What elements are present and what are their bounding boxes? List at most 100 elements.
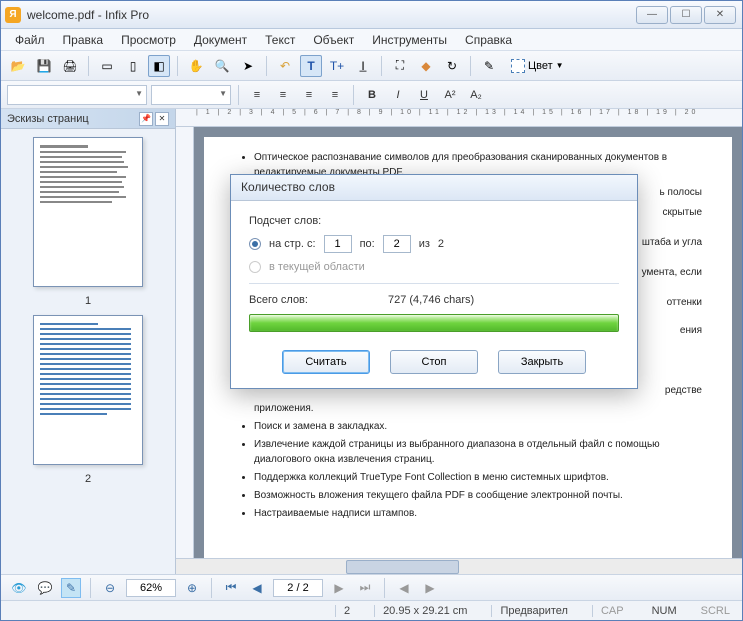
undo-icon[interactable]: ↶ <box>274 55 296 77</box>
scrollbar-thumb[interactable] <box>346 560 459 574</box>
menu-file[interactable]: Файл <box>7 31 53 49</box>
doc-icon-1[interactable]: ▭ <box>96 55 118 77</box>
list-item: Извлечение каждой страницы из выбранного… <box>254 437 702 467</box>
panel-header: Эскизы страниц 📌 ✕ <box>1 109 175 129</box>
thumbnail-1[interactable] <box>33 137 143 287</box>
label-from: на стр. с: <box>269 238 316 250</box>
horizontal-scrollbar[interactable] <box>176 558 742 574</box>
doc-icon-2[interactable]: ▯ <box>122 55 144 77</box>
radio-current-area <box>249 261 261 273</box>
menu-help[interactable]: Справка <box>457 31 520 49</box>
crop-icon[interactable]: ⛶ <box>389 55 411 77</box>
main-toolbar: 📂 💾 🖨 ▭ ▯ ◧ ✋ 🔍 ➤ ↶ T T+ I̲ ⛶ ◆ ↻ ✎ Цвет… <box>1 51 742 81</box>
count-button[interactable]: Считать <box>282 350 370 374</box>
panel-close-icon[interactable]: ✕ <box>155 112 169 126</box>
stop-button[interactable]: Стоп <box>390 350 478 374</box>
app-icon: Я <box>5 7 21 23</box>
app-window: Я welcome.pdf - Infix Pro — ☐ ✕ Файл Пра… <box>0 0 743 621</box>
align-center-icon[interactable]: ≡ <box>272 85 294 105</box>
color-swatch <box>511 59 525 73</box>
menu-edit[interactable]: Правка <box>55 31 112 49</box>
list-item: Настраиваемые надписи штампов. <box>254 506 702 521</box>
menu-object[interactable]: Объект <box>305 31 362 49</box>
superscript-button[interactable]: A² <box>439 85 461 105</box>
zoom-level-input[interactable] <box>126 579 176 597</box>
bold-button[interactable]: B <box>361 85 383 105</box>
pin-icon[interactable]: 📌 <box>139 112 153 126</box>
label-of: из <box>419 238 430 250</box>
text-plus-icon[interactable]: T+ <box>326 55 348 77</box>
underline-button[interactable]: U <box>413 85 435 105</box>
color-picker[interactable]: Цвет ▼ <box>504 56 571 76</box>
format-toolbar: ≡ ≡ ≡ ≡ B I U A² A₂ <box>1 81 742 109</box>
thumbnail-2[interactable] <box>33 315 143 465</box>
pointer-icon[interactable]: ➤ <box>237 55 259 77</box>
open-icon[interactable]: 📂 <box>7 55 29 77</box>
font-size-select[interactable] <box>151 85 231 105</box>
status-num: NUM <box>648 605 681 617</box>
doc-icon-3[interactable]: ◧ <box>148 55 170 77</box>
eyedropper-icon[interactable]: ✎ <box>478 55 500 77</box>
zoom-icon[interactable]: 🔍 <box>211 55 233 77</box>
forward-button[interactable]: ▶ <box>420 578 440 598</box>
total-words-value: 727 (4,746 chars) <box>388 294 474 306</box>
status-cap: CAP <box>592 605 632 617</box>
radio-page-range[interactable] <box>249 238 261 250</box>
panel-title: Эскизы страниц <box>7 113 89 125</box>
input-to-page[interactable] <box>383 235 411 253</box>
dialog-title: Количество слов <box>231 175 637 201</box>
shape-icon[interactable]: ◆ <box>415 55 437 77</box>
subscript-button[interactable]: A₂ <box>465 85 487 105</box>
menu-tools[interactable]: Инструменты <box>364 31 455 49</box>
progress-bar <box>249 314 619 332</box>
thumbnails-list: 1 2 <box>1 129 175 574</box>
navigation-bar: 👁 💬 ✎ ⊖ ⊕ ⏮ ◀ ▶ ⏭ ◀ ▶ <box>1 574 742 600</box>
dialog-subtitle: Подсчет слов: <box>249 215 619 227</box>
align-right-icon[interactable]: ≡ <box>298 85 320 105</box>
text-fragment: приложения. <box>254 401 702 416</box>
horizontal-ruler: | 1 | 2 | 3 | 4 | 5 | 6 | 7 | 8 | 9 | 10… <box>176 109 742 127</box>
text-tool-icon[interactable]: T <box>300 55 322 77</box>
menu-bar: Файл Правка Просмотр Документ Текст Объе… <box>1 29 742 51</box>
align-justify-icon[interactable]: ≡ <box>324 85 346 105</box>
zoom-out-button[interactable]: ⊖ <box>100 578 120 598</box>
minimize-button[interactable]: — <box>636 6 668 24</box>
hand-icon[interactable]: ✋ <box>185 55 207 77</box>
status-dimensions: 20.95 x 29.21 cm <box>374 605 475 617</box>
menu-document[interactable]: Документ <box>186 31 255 49</box>
font-family-select[interactable] <box>7 85 147 105</box>
input-from-page[interactable] <box>324 235 352 253</box>
highlight-icon[interactable]: ✎ <box>61 578 81 598</box>
last-page-button[interactable]: ⏭ <box>355 578 375 598</box>
dialog-close-button[interactable]: Закрыть <box>498 350 586 374</box>
word-count-dialog: Количество слов Подсчет слов: на стр. с:… <box>230 174 638 389</box>
list-item: Возможность вложения текущего файла PDF … <box>254 488 702 503</box>
menu-text[interactable]: Текст <box>257 31 303 49</box>
print-icon[interactable]: 🖨 <box>59 55 81 77</box>
status-page: 2 <box>335 605 358 617</box>
label-to: по: <box>360 238 375 250</box>
close-button[interactable]: ✕ <box>704 6 736 24</box>
page-number-input[interactable] <box>273 579 323 597</box>
comment-icon[interactable]: 💬 <box>35 578 55 598</box>
prev-page-button[interactable]: ◀ <box>247 578 267 598</box>
thumbnail-1-label: 1 <box>85 295 91 307</box>
save-icon[interactable]: 💾 <box>33 55 55 77</box>
back-button[interactable]: ◀ <box>394 578 414 598</box>
first-page-button[interactable]: ⏮ <box>221 578 241 598</box>
total-words-label: Всего слов: <box>249 294 308 306</box>
rotate-icon[interactable]: ↻ <box>441 55 463 77</box>
maximize-button[interactable]: ☐ <box>670 6 702 24</box>
status-mode: Предварител <box>491 605 576 617</box>
list-item: Поиск и замена в закладках. <box>254 419 702 434</box>
eye-icon[interactable]: 👁 <box>9 578 29 598</box>
thumbnail-2-label: 2 <box>85 473 91 485</box>
next-page-button[interactable]: ▶ <box>329 578 349 598</box>
zoom-in-button[interactable]: ⊕ <box>182 578 202 598</box>
italic-button[interactable]: I <box>387 85 409 105</box>
thumbnails-panel: Эскизы страниц 📌 ✕ 1 <box>1 109 176 574</box>
text-cursor-icon[interactable]: I̲ <box>352 55 374 77</box>
menu-view[interactable]: Просмотр <box>113 31 184 49</box>
align-left-icon[interactable]: ≡ <box>246 85 268 105</box>
window-title: welcome.pdf - Infix Pro <box>27 8 636 22</box>
